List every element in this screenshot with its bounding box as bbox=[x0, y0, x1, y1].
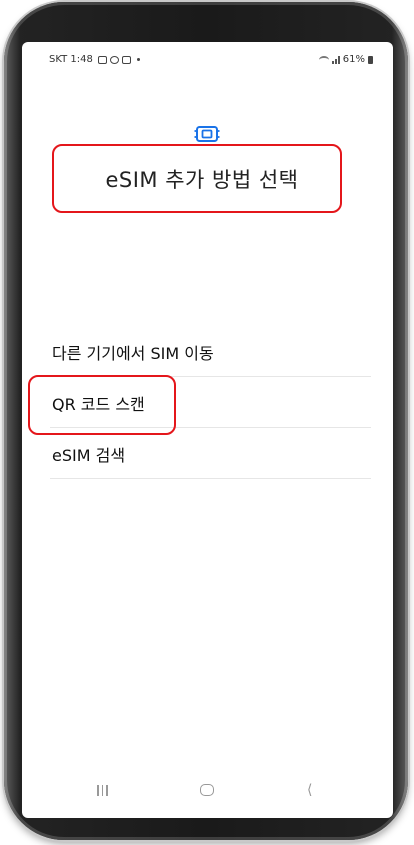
device-screen: SKT 1:48 61% eSIM 추가 방법 선택 다른 기기에서 SIM 이… bbox=[22, 42, 393, 818]
back-icon[interactable]: ⟨ bbox=[307, 783, 312, 797]
status-left: SKT 1:48 bbox=[49, 54, 140, 65]
option-transfer-sim[interactable]: 다른 기기에서 SIM 이동 bbox=[50, 327, 371, 377]
home-icon[interactable] bbox=[200, 784, 214, 796]
qr-highlight-box bbox=[28, 375, 176, 435]
title-highlight-box bbox=[52, 144, 342, 213]
calendar-icon bbox=[97, 55, 107, 64]
carrier-time: SKT 1:48 bbox=[49, 54, 93, 65]
option-label: eSIM 검색 bbox=[52, 445, 126, 465]
sync-icon bbox=[109, 55, 119, 64]
sim-card-icon bbox=[194, 126, 220, 142]
battery-percent: 61% bbox=[342, 54, 365, 65]
more-notifications-icon bbox=[136, 58, 140, 61]
status-bar: SKT 1:48 61% bbox=[22, 42, 393, 80]
wifi-icon bbox=[318, 55, 329, 64]
navigation-bar: ⟨ bbox=[22, 770, 393, 818]
recent-apps-icon[interactable] bbox=[97, 785, 108, 796]
signal-icon bbox=[331, 55, 340, 64]
image-icon bbox=[121, 55, 131, 64]
option-label: 다른 기기에서 SIM 이동 bbox=[52, 343, 214, 363]
notification-icons bbox=[97, 55, 140, 64]
battery-icon bbox=[368, 55, 373, 64]
option-search-esim[interactable]: eSIM 검색 bbox=[50, 429, 371, 479]
status-right: 61% bbox=[318, 54, 373, 65]
